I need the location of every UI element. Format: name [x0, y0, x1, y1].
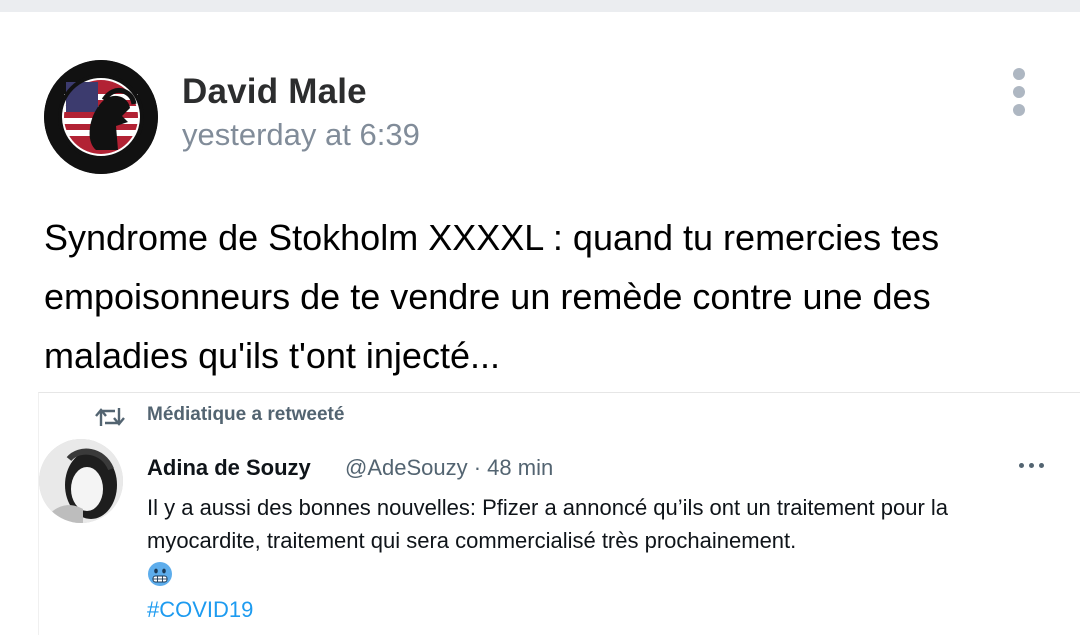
tweet-author-name: Adina de Souzy	[147, 455, 311, 480]
tweet-hashtag: #COVID19	[147, 597, 254, 622]
retweet-icon	[95, 408, 125, 426]
tweet-author-avatar	[39, 439, 123, 523]
tweet-author-photo	[39, 439, 123, 523]
tweet-handle-time: @AdeSouzy · 48 min	[345, 455, 554, 480]
retweeted-by-label: Médiatique a retweeté	[147, 404, 345, 425]
post-timestamp[interactable]: yesterday at 6:39	[182, 117, 420, 153]
tweet-text: Il y a aussi des bonnes nouvelles: Pfize…	[147, 495, 949, 553]
grimacing-face-emoji	[148, 562, 172, 586]
post-text: Syndrome de Stokholm XXXXL : quand tu re…	[44, 217, 940, 376]
top-separator-bar	[0, 0, 1080, 12]
horizontal-dots-icon	[1015, 455, 1049, 475]
embedded-tweet-image[interactable]: Médiatique a retweeté Adina de Souzy @Ad…	[38, 392, 1080, 635]
author-avatar-logo	[44, 60, 158, 174]
author-name[interactable]: David Male	[182, 72, 367, 112]
vertical-dots-icon[interactable]	[1006, 68, 1034, 118]
author-avatar[interactable]	[44, 60, 158, 174]
